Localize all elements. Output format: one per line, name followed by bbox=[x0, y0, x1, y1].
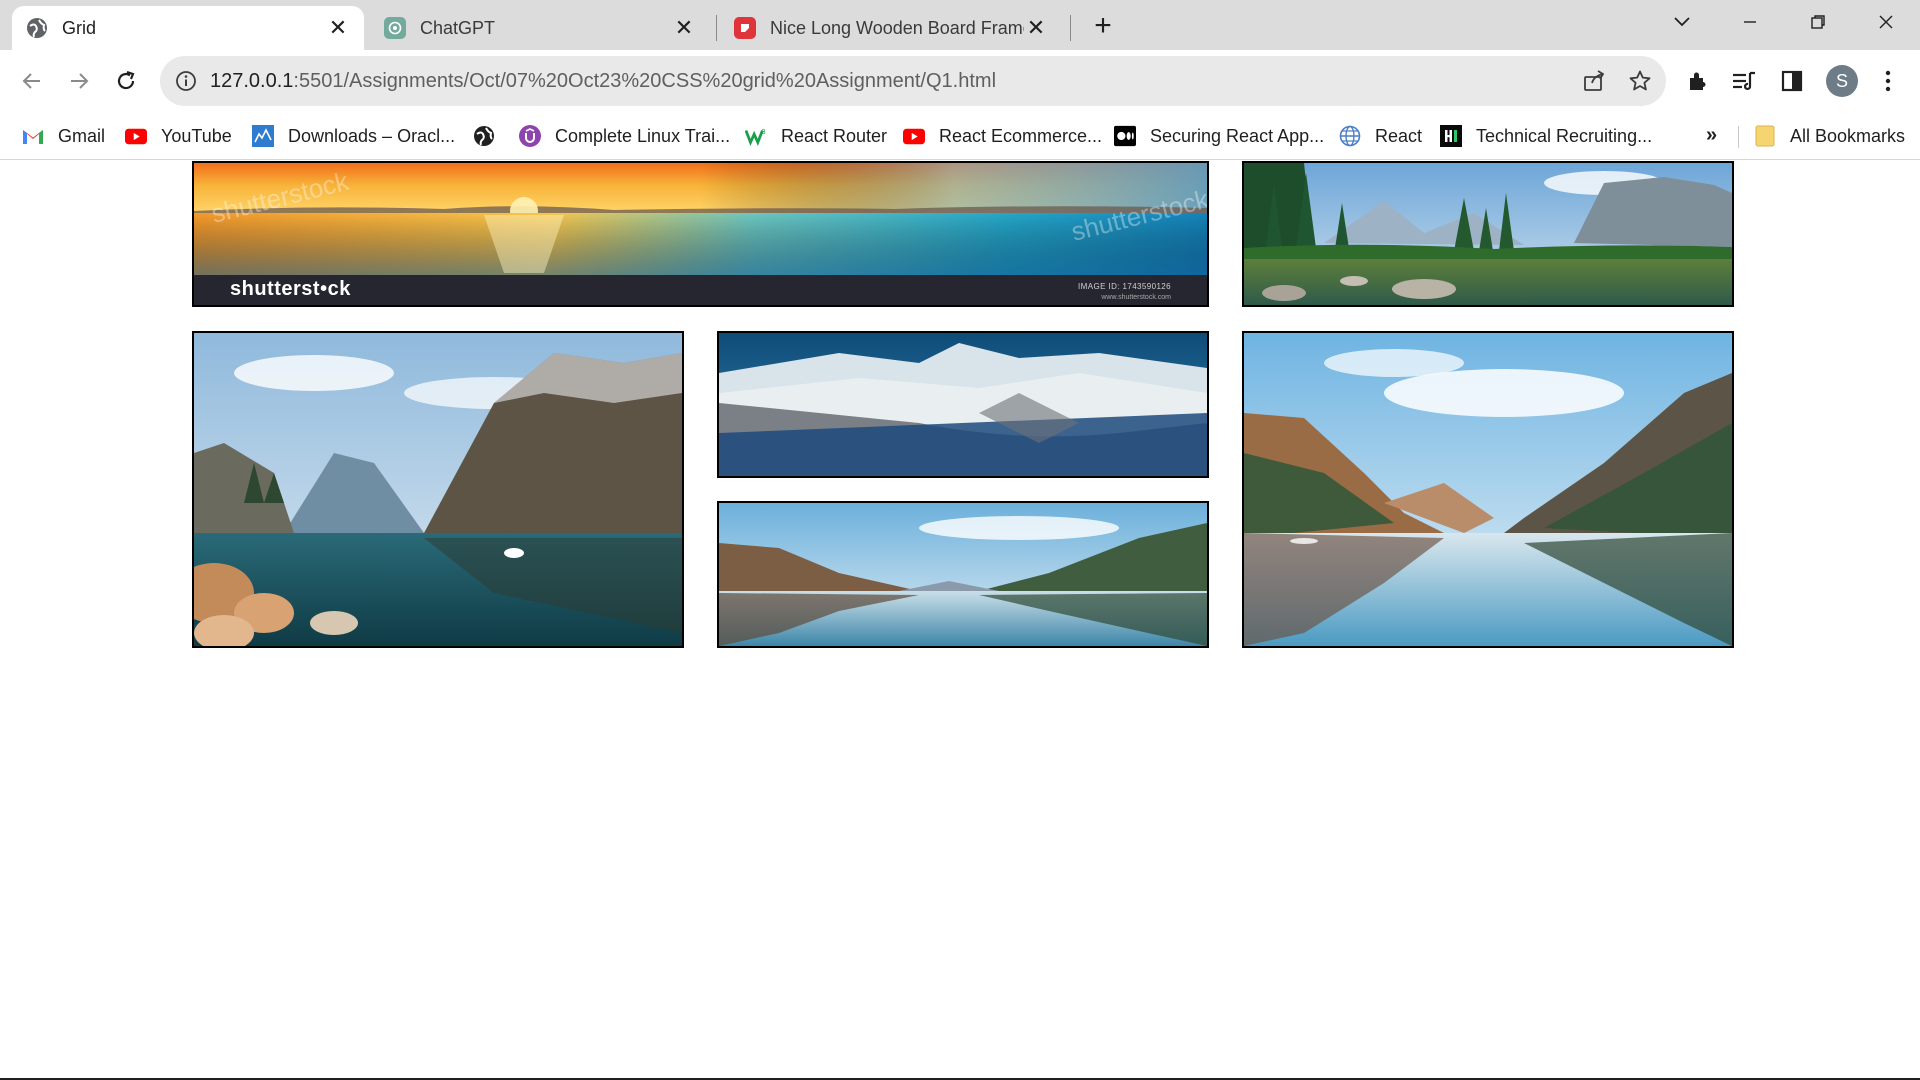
udemy-icon bbox=[519, 125, 541, 147]
back-button[interactable] bbox=[13, 62, 51, 100]
all-bookmarks-folder[interactable]: All Bookmarks bbox=[1754, 122, 1905, 150]
share-icon[interactable] bbox=[1580, 67, 1608, 95]
tab-separator bbox=[1070, 15, 1071, 41]
lake-reflection-image bbox=[719, 503, 1207, 646]
side-panel-icon[interactable] bbox=[1776, 65, 1808, 97]
fjord-cliffs-image bbox=[194, 333, 682, 646]
bookmark-label: Gmail bbox=[58, 125, 106, 146]
tab-grid[interactable]: Grid ✕ bbox=[12, 6, 364, 50]
tab-title: Grid bbox=[62, 17, 97, 38]
tab-title: ChatGPT bbox=[420, 17, 496, 38]
bookmark-label: Complete Linux Trai... bbox=[555, 125, 731, 146]
svg-text:3: 3 bbox=[762, 127, 766, 136]
tab-title: Nice Long Wooden Board Frame bbox=[770, 17, 1024, 38]
restore-icon[interactable] bbox=[1796, 6, 1840, 38]
url-host: 127.0.0.1 bbox=[210, 70, 294, 92]
bookmark-react-router[interactable]: 3 React Router bbox=[745, 122, 887, 150]
folder-icon bbox=[1754, 125, 1776, 147]
bookmark-securing-react[interactable]: Securing React App... bbox=[1114, 122, 1324, 150]
tab-search-icon[interactable] bbox=[1660, 6, 1704, 38]
bookmark-youtube[interactable]: YouTube bbox=[125, 122, 232, 150]
bookmark-label: Securing React App... bbox=[1150, 125, 1325, 146]
grid-image-sunset-lake: shutterstock shutterstock shutterst•ck I… bbox=[192, 161, 1209, 307]
grid-image-fjord-cliffs bbox=[192, 331, 684, 648]
browser-toolbar: 127.0.0.1:5501/Assignments/Oct/07%20Oct2… bbox=[0, 50, 1920, 112]
bookmarks-bar: Gmail YouTube Downloads – Oracl... Compl… bbox=[0, 112, 1920, 160]
site-info-icon[interactable] bbox=[174, 69, 198, 93]
grid-image-snowy-mountains bbox=[717, 331, 1209, 478]
grid-image-forest-river bbox=[1242, 161, 1734, 307]
reading-list-icon[interactable] bbox=[1728, 65, 1760, 97]
tab-wooden-board[interactable]: Nice Long Wooden Board Frame ✕ bbox=[720, 6, 1062, 50]
address-bar[interactable]: 127.0.0.1:5501/Assignments/Oct/07%20Oct2… bbox=[160, 56, 1666, 106]
bookmark-react[interactable]: React bbox=[1339, 122, 1422, 150]
bookmark-label: React bbox=[1375, 125, 1423, 146]
bookmark-label: Technical Recruiting... bbox=[1476, 125, 1653, 146]
snowy-mountains-image bbox=[719, 333, 1207, 476]
medium-icon bbox=[1114, 125, 1136, 147]
hackerrank-icon bbox=[1440, 125, 1462, 147]
globe-icon bbox=[473, 125, 495, 147]
reload-button[interactable] bbox=[107, 62, 145, 100]
watermark-logo: shutterst•ck bbox=[230, 278, 351, 300]
forest-river-image bbox=[1244, 163, 1732, 305]
extensions-icon[interactable] bbox=[1682, 65, 1714, 97]
grid-image-fjord-reflection bbox=[1242, 331, 1734, 648]
close-icon[interactable]: ✕ bbox=[326, 15, 350, 40]
web-icon bbox=[1339, 125, 1361, 147]
new-tab-button[interactable]: + bbox=[1086, 10, 1120, 44]
kebab-menu-icon[interactable] bbox=[1872, 65, 1904, 97]
youtube-icon bbox=[903, 125, 925, 147]
page-content: shutterstock shutterstock shutterst•ck I… bbox=[0, 161, 1920, 1078]
bookmark-react-ecommerce[interactable]: React Ecommerce... bbox=[903, 122, 1102, 150]
bookmark-linux-training[interactable]: Complete Linux Trai... bbox=[519, 122, 730, 150]
bookmark-label: All Bookmarks bbox=[1790, 125, 1906, 146]
grid-image-lake-reflection bbox=[717, 501, 1209, 648]
more-bookmarks-chevron-icon[interactable]: » bbox=[1706, 124, 1717, 147]
chatgpt-icon bbox=[384, 17, 406, 39]
tab-separator bbox=[716, 15, 717, 41]
bookmark-label: Downloads – Oracl... bbox=[288, 125, 456, 146]
bookmark-technical-recruiting[interactable]: Technical Recruiting... bbox=[1440, 122, 1652, 150]
youtube-icon bbox=[125, 125, 147, 147]
tab-chatgpt[interactable]: ChatGPT ✕ bbox=[370, 6, 710, 50]
fjord-reflection-image bbox=[1244, 333, 1732, 646]
watermark-site: www.shutterstock.com bbox=[1101, 294, 1171, 301]
react-router-icon: 3 bbox=[745, 125, 767, 147]
bookmark-label: YouTube bbox=[161, 125, 232, 146]
bookmark-star-icon[interactable] bbox=[1626, 67, 1654, 95]
bookmark-label: React Router bbox=[781, 125, 888, 146]
tab-strip: Grid ✕ ChatGPT ✕ Nice Long Wooden Board … bbox=[0, 0, 1920, 50]
globe-icon bbox=[26, 17, 48, 39]
oracle-icon bbox=[252, 125, 274, 147]
url-text: 127.0.0.1:5501/Assignments/Oct/07%20Oct2… bbox=[210, 56, 996, 106]
app-red-icon bbox=[734, 17, 756, 39]
minimize-icon[interactable] bbox=[1728, 6, 1772, 38]
close-icon[interactable]: ✕ bbox=[1024, 15, 1048, 40]
url-path: :5501/Assignments/Oct/07%20Oct23%20CSS%2… bbox=[293, 70, 997, 92]
bookmark-globe[interactable] bbox=[473, 122, 509, 150]
bookmarks-separator bbox=[1738, 126, 1739, 148]
profile-avatar[interactable]: S bbox=[1826, 65, 1858, 97]
close-icon[interactable]: ✕ bbox=[672, 15, 696, 40]
bookmark-label: React Ecommerce... bbox=[939, 125, 1103, 146]
watermark-image-id: IMAGE ID: 1743590126 bbox=[1078, 282, 1171, 291]
forward-button[interactable] bbox=[60, 62, 98, 100]
bookmark-gmail[interactable]: Gmail bbox=[22, 122, 105, 150]
bookmark-oracle-downloads[interactable]: Downloads – Oracl... bbox=[252, 122, 455, 150]
gmail-icon bbox=[22, 125, 44, 147]
close-window-icon[interactable] bbox=[1864, 6, 1908, 38]
